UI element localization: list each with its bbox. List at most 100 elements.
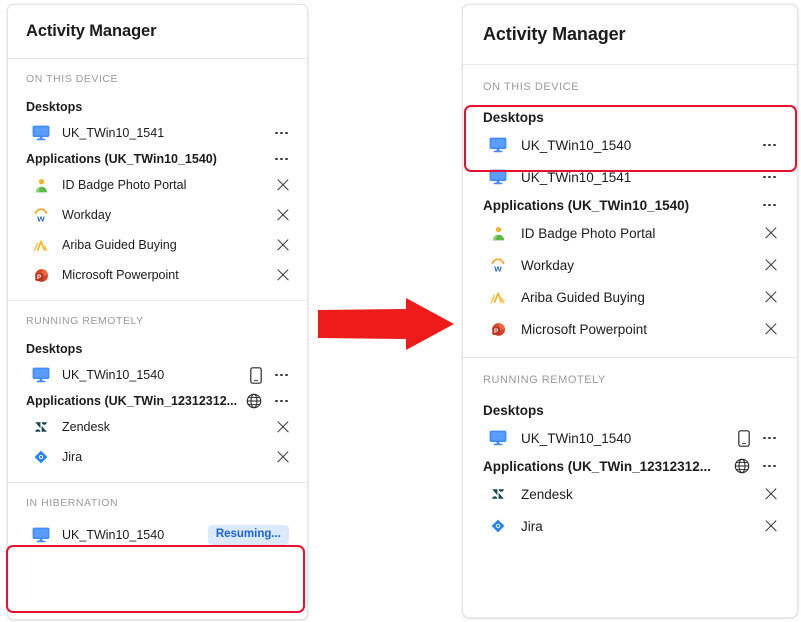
group-title: Applications (UK_TWin10_1540)	[483, 198, 762, 213]
list-item-label: Microsoft Powerpoint	[62, 268, 276, 282]
more-options-icon[interactable]	[762, 434, 777, 443]
ariba-icon	[33, 238, 49, 252]
group-trailing	[762, 201, 777, 210]
list-item-label: UK_TWin10_1540	[521, 138, 762, 153]
row-icon	[30, 125, 52, 141]
svg-text:w: w	[36, 213, 45, 222]
list-item[interactable]: Ariba Guided Buying	[483, 281, 777, 313]
row-trailing	[276, 421, 289, 434]
list-item[interactable]: Jira	[483, 510, 777, 542]
row-trailing	[738, 430, 777, 447]
close-icon[interactable]	[276, 179, 289, 192]
phone-icon[interactable]	[738, 430, 750, 447]
list-item[interactable]: Ariba Guided Buying	[26, 230, 289, 260]
list-item-label: UK_TWin10_1540	[62, 368, 250, 382]
monitor-icon	[489, 137, 507, 153]
row-icon	[30, 178, 52, 193]
list-item[interactable]: UK_TWin10_1540Resuming...	[26, 520, 289, 550]
row-icon: w	[487, 258, 509, 273]
page-title: Activity Manager	[26, 22, 156, 41]
row-trailing	[764, 488, 777, 501]
list-item[interactable]: w Workday	[26, 200, 289, 230]
close-icon[interactable]	[764, 227, 777, 240]
monitor-icon	[32, 125, 50, 141]
group-header: Applications (UK_TWin_12312312...	[26, 390, 289, 412]
close-icon[interactable]	[764, 520, 777, 533]
group-title: Applications (UK_TWin_12312312...	[26, 394, 246, 408]
more-options-icon[interactable]	[762, 141, 777, 150]
section-label: ON THIS DEVICE	[26, 73, 289, 85]
list-item[interactable]: ID Badge Photo Portal	[483, 217, 777, 249]
panel-body: ON THIS DEVICEDesktopsUK_TWin10_1541Appl…	[8, 59, 307, 560]
more-options-icon[interactable]	[274, 155, 289, 164]
list-item[interactable]: UK_TWin10_1541	[26, 118, 289, 148]
monitor-icon	[489, 169, 507, 185]
more-options-icon[interactable]	[762, 201, 777, 210]
row-icon: w	[30, 208, 52, 223]
group-trailing	[246, 393, 289, 409]
panel-header: Activity Manager	[8, 5, 307, 59]
panel-header: Activity Manager	[463, 5, 797, 65]
group-title: Applications (UK_TWin_12312312...	[483, 459, 734, 474]
group-trailing	[734, 458, 777, 474]
row-trailing	[762, 173, 777, 182]
row-icon	[487, 487, 509, 501]
globe-icon[interactable]	[246, 393, 262, 409]
list-item[interactable]: UK_TWin10_1540	[483, 422, 777, 454]
transition-arrow	[318, 298, 454, 350]
list-item[interactable]: UK_TWin10_1540	[26, 360, 289, 390]
list-item[interactable]: P Microsoft Powerpoint	[26, 260, 289, 290]
section-label: RUNNING REMOTELY	[26, 315, 289, 327]
row-trailing	[250, 367, 289, 384]
list-item-label: Workday	[62, 208, 276, 222]
close-icon[interactable]	[276, 239, 289, 252]
group-header: Applications (UK_TWin_12312312...	[483, 454, 777, 478]
section-label: ON THIS DEVICE	[483, 81, 777, 93]
row-trailing	[276, 269, 289, 282]
list-item-label: UK_TWin10_1541	[521, 170, 762, 185]
row-icon	[30, 527, 52, 543]
section-in-hibernation: IN HIBERNATIONUK_TWin10_1540Resuming...	[8, 482, 307, 560]
row-icon	[30, 420, 52, 434]
screenshot-stage: Activity Manager ON THIS DEVICEDesktopsU…	[0, 0, 801, 622]
row-trailing: Resuming...	[208, 525, 289, 546]
close-icon[interactable]	[764, 323, 777, 336]
more-options-icon[interactable]	[274, 397, 289, 406]
close-icon[interactable]	[276, 421, 289, 434]
section-running-remotely: RUNNING REMOTELYDesktopsUK_TWin10_1540Ap…	[463, 357, 797, 554]
list-item[interactable]: UK_TWin10_1540	[483, 129, 777, 161]
more-options-icon[interactable]	[274, 129, 289, 138]
row-icon	[487, 519, 509, 533]
svg-text:P: P	[494, 328, 498, 335]
more-options-icon[interactable]	[274, 371, 289, 380]
list-item-label: UK_TWin10_1540	[62, 528, 208, 542]
list-item[interactable]: PMicrosoft Powerpoint	[483, 313, 777, 345]
list-item[interactable]: Zendesk	[26, 412, 289, 442]
close-icon[interactable]	[276, 269, 289, 282]
list-item[interactable]: Jira	[26, 442, 289, 472]
row-icon	[487, 226, 509, 241]
list-item[interactable]: Zendesk	[483, 478, 777, 510]
close-icon[interactable]	[764, 291, 777, 304]
list-item[interactable]: UK_TWin10_1541	[483, 161, 777, 193]
list-item[interactable]: wWorkday	[483, 249, 777, 281]
list-item[interactable]: ID Badge Photo Portal	[26, 170, 289, 200]
close-icon[interactable]	[764, 488, 777, 501]
close-icon[interactable]	[276, 451, 289, 464]
more-options-icon[interactable]	[762, 462, 777, 471]
phone-icon[interactable]	[250, 367, 262, 384]
id-badge-photo-portal-icon	[491, 226, 506, 241]
row-icon	[30, 238, 52, 252]
group-header: Desktops	[483, 105, 777, 129]
list-item-label: Ariba Guided Buying	[521, 290, 764, 305]
section-on-this-device: ON THIS DEVICE Desktops UK_TWin10_1540 UK_T…	[463, 65, 797, 357]
list-item-label: Zendesk	[62, 420, 276, 434]
close-icon[interactable]	[764, 259, 777, 272]
svg-text:P: P	[37, 274, 41, 281]
more-options-icon[interactable]	[762, 173, 777, 182]
close-icon[interactable]	[276, 209, 289, 222]
globe-icon[interactable]	[734, 458, 750, 474]
status-badge: Resuming...	[208, 525, 289, 546]
panel-body: ON THIS DEVICE Desktops UK_TWin10_1540 UK_T…	[463, 65, 797, 554]
list-item-label: UK_TWin10_1540	[521, 431, 738, 446]
